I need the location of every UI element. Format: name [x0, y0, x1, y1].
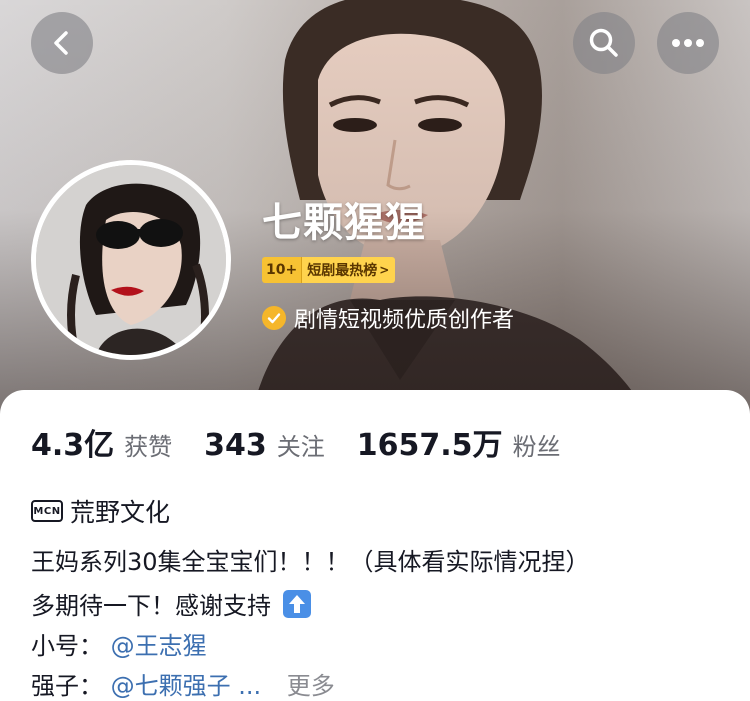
more-dots-icon — [672, 39, 704, 47]
stat-likes-label: 获赞 — [124, 433, 173, 461]
up-arrow-icon — [282, 590, 311, 618]
bio-alt-account-label: 小号： — [31, 632, 103, 660]
chevron-right-icon: > — [379, 263, 390, 277]
chevron-left-icon — [54, 31, 68, 55]
stat-following-value: 343 — [204, 428, 267, 463]
more-button[interactable] — [657, 12, 719, 74]
bio-qiangzi-label: 强子： — [31, 672, 103, 700]
bio-line-3: 小号： @王志猩 — [31, 626, 207, 661]
profile-name: 七颗猩猩 — [262, 200, 426, 246]
rank-label: 短剧最热榜 — [307, 263, 378, 279]
rank-label-wrap: 短剧最热榜 > — [302, 257, 396, 283]
mcn-row[interactable]: MCN 荒野文化 — [31, 493, 170, 529]
stat-following-label: 关注 — [276, 433, 325, 461]
verified-check-icon — [262, 306, 286, 330]
stats-row: 4.3亿 获赞 343 关注 1657.5万 粉丝 — [31, 420, 593, 464]
rank-number: 10+ — [262, 257, 303, 283]
stat-followers-label: 粉丝 — [512, 433, 561, 461]
stat-likes-value: 4.3亿 — [31, 428, 115, 463]
bio-line-2: 多期待一下！感谢支持 — [31, 586, 311, 621]
rank-badge[interactable]: 10+ 短剧最热榜 > — [262, 257, 396, 283]
mcn-name: 荒野文化 — [70, 498, 171, 527]
avatar-photo — [36, 165, 226, 355]
avatar[interactable] — [31, 160, 231, 360]
mcn-icon: MCN — [31, 500, 63, 522]
bio-more-link[interactable]: 更多 — [287, 672, 335, 700]
mention-link-qiangzi[interactable]: @七颗强子 ... — [111, 672, 262, 700]
stat-likes[interactable]: 4.3亿 获赞 — [31, 420, 172, 464]
search-button[interactable] — [573, 12, 635, 74]
mention-link-alt-account[interactable]: @王志猩 — [111, 632, 207, 660]
verification-text: 剧情短视频优质创作者 — [294, 308, 515, 333]
bio-line-2-text: 多期待一下！感谢支持 — [31, 592, 271, 620]
stat-followers[interactable]: 1657.5万 粉丝 — [357, 420, 561, 464]
stat-following[interactable]: 343 关注 — [204, 427, 325, 463]
verification-row: 剧情短视频优质创作者 — [262, 302, 514, 334]
bio-line-4: 强子： @七颗强子 ... 更多 — [31, 666, 335, 701]
search-icon — [589, 28, 618, 57]
bio-line-1: 王妈系列30集全宝宝们！！！（具体看实际情况捏） — [31, 548, 590, 576]
back-button[interactable] — [31, 12, 93, 74]
stat-followers-value: 1657.5万 — [356, 428, 503, 463]
